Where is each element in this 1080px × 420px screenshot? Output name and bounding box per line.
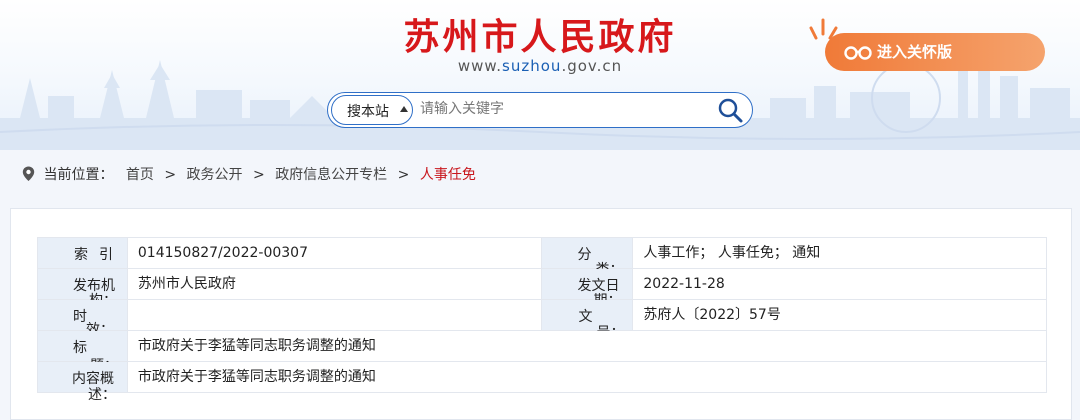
summary-value: 市政府关于李猛等同志职务调整的通知: [126, 361, 1048, 393]
publisher-value: 苏州市人民政府: [126, 268, 542, 300]
table-row: 标 题： 市政府关于李猛等同志职务调整的通知: [37, 330, 1048, 374]
table-row: 发布机 构： 苏州市人民政府 发文日 期： 2022-11-28: [37, 268, 1047, 309]
breadcrumb-gov-affairs[interactable]: 政务公开: [187, 164, 243, 184]
search-button[interactable]: [716, 96, 744, 124]
url-prefix: www.: [457, 57, 503, 75]
breadcrumb-home[interactable]: 首页: [126, 164, 154, 184]
doc-no-value: 苏府人〔2022〕57号: [632, 299, 1047, 331]
breadcrumb-separator: >: [253, 167, 265, 183]
search-bar: 搜本站: [327, 92, 753, 128]
table-row: 索 引 014150827/2022-00307 分 类： 人事工作； 人事任免…: [37, 237, 1047, 278]
glasses-icon: [844, 46, 872, 60]
time-value: [126, 299, 542, 331]
issue-date-label: 发文日 期：: [540, 268, 634, 309]
site-header: 苏州市人民政府 www.suzhou.gov.cn 进入关怀版 搜本站: [0, 0, 1080, 150]
category-value: 人事工作； 人事任免； 通知: [632, 237, 1047, 269]
breadcrumb-separator: >: [397, 167, 410, 183]
table-row: 时 效： 文 号： 苏府人〔2022〕57号: [37, 299, 1047, 341]
breadcrumb-info-column[interactable]: 政府信息公开专栏: [275, 164, 387, 184]
document-info-card: 索 引 014150827/2022-00307 分 类： 人事工作； 人事任免…: [10, 208, 1072, 420]
table-row: 内容概 述： 市政府关于李猛等同志职务调整的通知: [37, 361, 1048, 403]
index-label: 索 引: [37, 237, 128, 269]
summary-label: 内容概 述：: [37, 361, 128, 403]
map-pin-icon: [22, 166, 35, 181]
doc-no-label: 文 号：: [540, 299, 634, 341]
breadcrumb-prefix: 当前位置：: [43, 167, 114, 183]
category-label: 分 类：: [540, 237, 634, 278]
breadcrumb-separator: >: [164, 167, 177, 183]
document-info-table: 索 引 014150827/2022-00307 分 类： 人事工作； 人事任免…: [37, 237, 1048, 403]
time-label: 时 效：: [37, 299, 128, 338]
caret-up-icon: [400, 106, 408, 112]
publisher-label: 发布机 构：: [37, 268, 128, 309]
search-input[interactable]: [420, 99, 700, 119]
breadcrumb: 当前位置： 首页 > 政务公开 > 政府信息公开专栏 > 人事任免: [22, 164, 476, 184]
search-scope-label: 搜本站: [347, 104, 389, 120]
title-value: 市政府关于李猛等同志职务调整的通知: [126, 330, 1048, 362]
care-mode-button[interactable]: 进入关怀版: [825, 33, 1045, 71]
search-scope-dropdown[interactable]: 搜本站: [331, 95, 413, 125]
index-value: 014150827/2022-00307: [126, 237, 542, 269]
issue-date-value: 2022-11-28: [632, 268, 1047, 300]
magnifier-icon: [718, 98, 743, 123]
url-domain-highlight: suzhou: [502, 57, 562, 75]
breadcrumb-current[interactable]: 人事任免: [420, 164, 476, 184]
title-label: 标 题：: [37, 330, 128, 374]
url-suffix: .gov.cn: [561, 57, 623, 75]
care-mode-label: 进入关怀版: [877, 43, 953, 61]
